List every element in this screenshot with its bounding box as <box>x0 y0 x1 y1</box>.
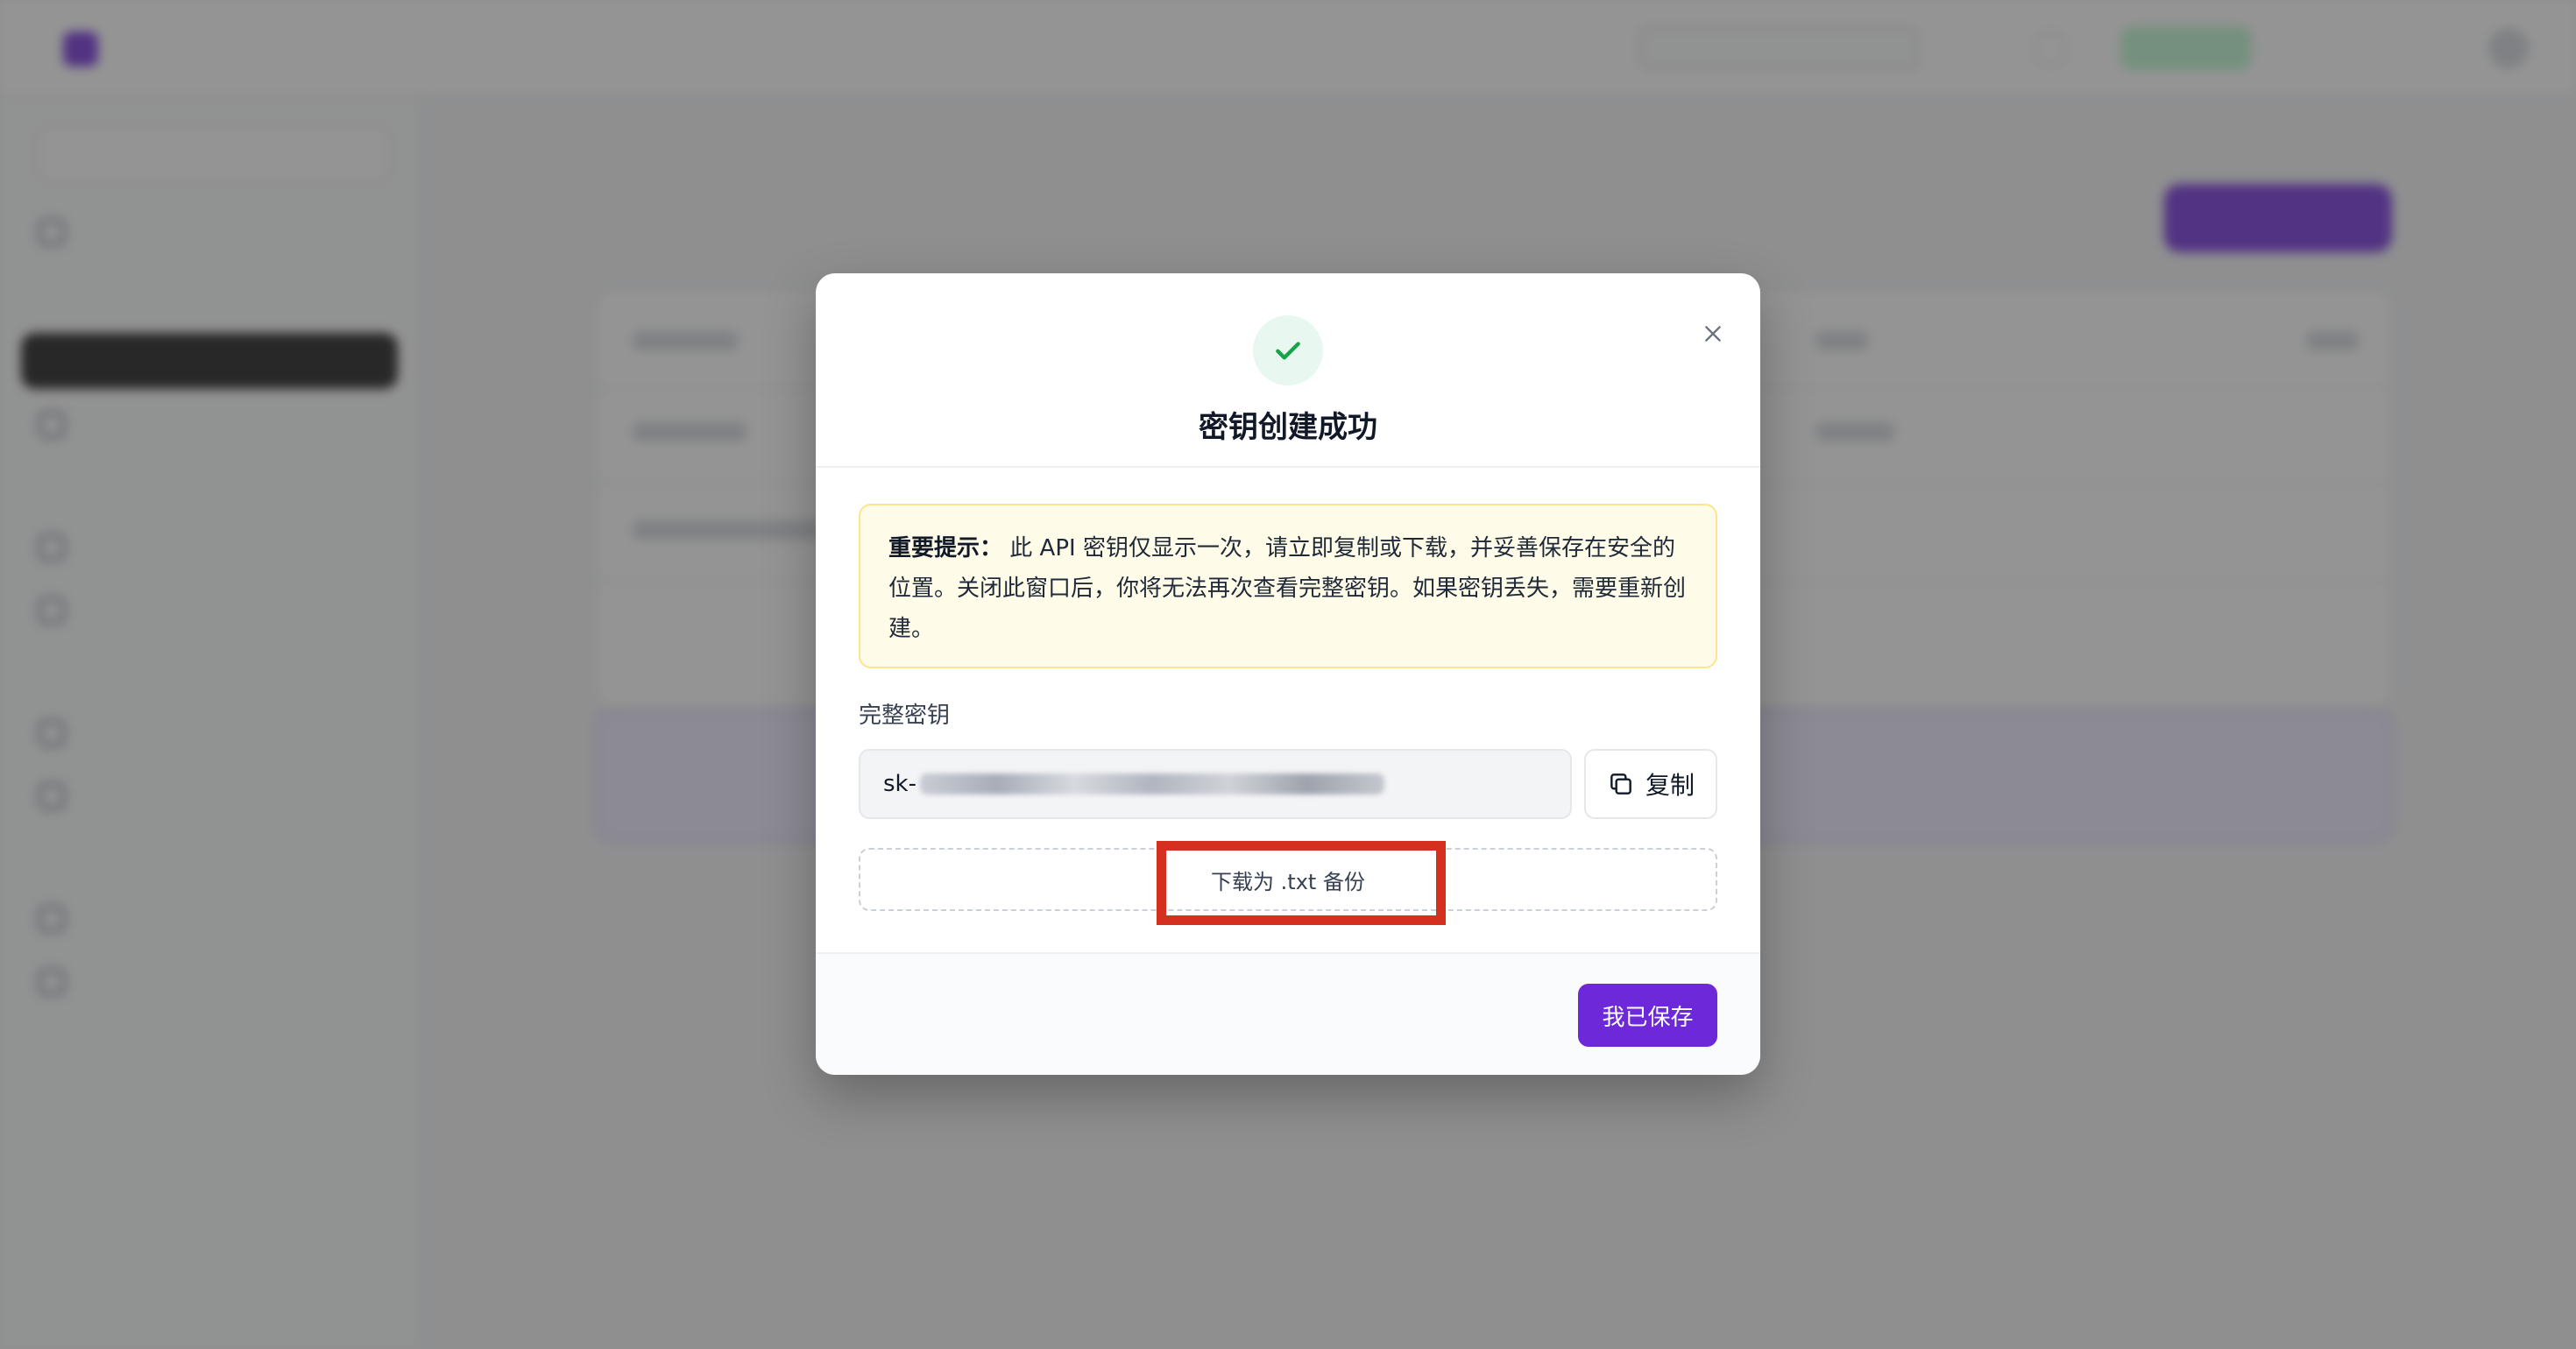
check-icon <box>1276 342 1300 360</box>
warning-notice: 重要提示： 此 API 密钥仅显示一次，请立即复制或下载，并妥善保存在安全的位置… <box>859 504 1717 668</box>
key-label: 完整密钥 <box>859 703 951 729</box>
confirm-saved-button[interactable]: 我已保存 <box>1578 984 1717 1047</box>
close-button[interactable] <box>1692 313 1734 355</box>
dialog-title: 密钥创建成功 <box>1199 410 1377 445</box>
dialog-footer: 我已保存 <box>816 952 1760 1075</box>
close-icon <box>1705 326 1721 342</box>
dialog-header: 密钥创建成功 <box>816 273 1760 468</box>
warning-label: 重要提示： <box>888 535 1003 561</box>
warning-text: 此 API 密钥仅显示一次，请立即复制或下载，并妥善保存在安全的位置。关闭此窗口… <box>888 535 1687 642</box>
success-badge <box>1253 315 1323 385</box>
download-label: 下载为 .txt 备份 <box>1211 869 1365 894</box>
api-key-prefix: sk- <box>883 771 916 797</box>
api-key-field[interactable]: sk- <box>859 749 1572 819</box>
key-created-dialog: 密钥创建成功 重要提示： 此 API 密钥仅显示一次，请立即复制或下载，并妥善保… <box>816 273 1760 1075</box>
copy-button[interactable]: 复制 <box>1584 749 1717 819</box>
copy-icon <box>1610 773 1631 795</box>
copy-label: 复制 <box>1645 771 1695 800</box>
download-txt-button[interactable]: 下载为 .txt 备份 <box>859 848 1717 911</box>
api-key-masked <box>919 773 1384 795</box>
